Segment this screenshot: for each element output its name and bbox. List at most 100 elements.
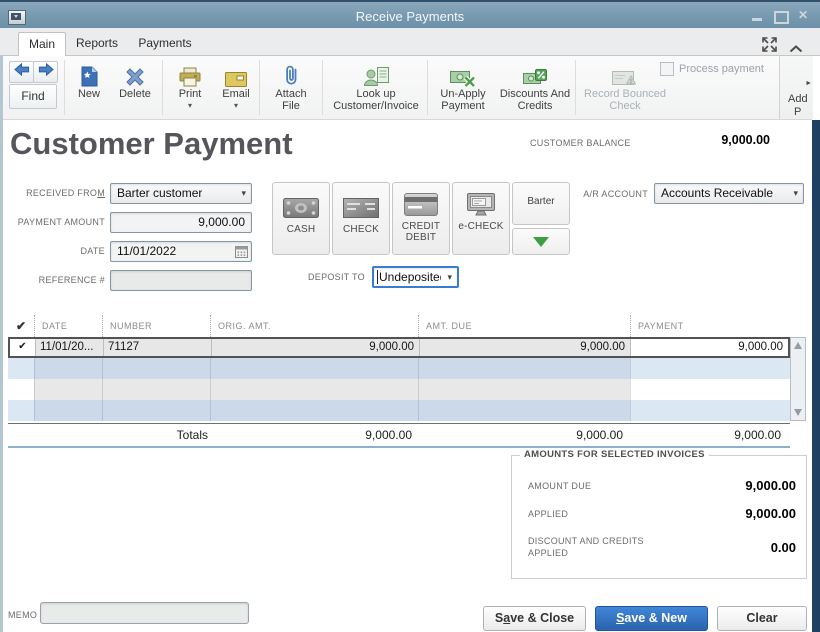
delete-icon [110,58,160,87]
close-button[interactable]: ✕ [794,8,812,24]
ar-account-combo[interactable]: Accounts Receivable ▾ [654,183,804,204]
overflow-arrow-icon[interactable]: ► [805,80,812,87]
forward-button[interactable] [33,61,58,83]
save-new-button[interactable]: Save & New [595,606,708,631]
deposit-to-label: DEPOSIT TO [307,272,365,282]
email-button[interactable]: Email ▾ [214,58,258,118]
calendar-icon[interactable] [235,245,248,264]
process-payment-label: Process payment [679,63,764,75]
forward-arrow-icon [38,62,54,81]
save-close-button[interactable]: Save & Close [483,606,586,631]
collapsed-side-panel[interactable] [812,120,820,632]
clear-button[interactable]: Clear [717,606,807,631]
print-dropdown-icon[interactable]: ▾ [168,101,212,110]
echeck-button[interactable]: e-CHECK [452,182,510,255]
amount-due-label: AMOUNT DUE [528,481,592,491]
amount-due-value: 9,000.00 [745,478,796,493]
table-scrollbar[interactable] [790,337,806,421]
table-row-empty [8,358,790,379]
discount-credits-label-line2: APPLIED [528,548,569,558]
row-amt-due: 9,000.00 [419,339,630,356]
tab-payments[interactable]: Payments [130,32,200,56]
totals-row: Totals 9,000.00 9,000.00 9,000.00 [8,423,790,448]
receive-payments-window: Receive Payments ✕ Main Reports Payments… [0,0,820,632]
discount-credits-label-line1: DISCOUNT AND CREDITS [528,536,644,546]
row-orig-amt: 9,000.00 [211,339,419,356]
new-document-icon [70,58,108,87]
column-header-orig-amt: ORIG. AMT. [210,315,418,337]
payment-amount-label: PAYMENT AMOUNT [17,217,105,227]
minimize-button[interactable] [748,8,766,24]
scroll-up-icon[interactable] [793,342,802,349]
totals-payment: 9,000.00 [628,424,786,446]
tab-main[interactable]: Main [18,32,66,58]
applied-label: APPLIED [528,509,569,519]
back-button[interactable] [9,61,34,83]
green-down-triangle-icon [533,237,549,247]
credit-debit-button[interactable]: CREDIT DEBIT [392,182,450,255]
row-number: 71127 [103,339,211,356]
window-title: Receive Payments [355,9,465,24]
tab-reports[interactable]: Reports [68,32,126,56]
print-button[interactable]: Print ▾ [168,58,212,118]
totals-label: Totals [176,428,208,442]
payment-amount-input[interactable]: 9,000.00 [110,212,252,233]
title-bar: Receive Payments ✕ [0,0,820,28]
discounts-credits-button[interactable]: Discounts And Credits [497,58,573,118]
reference-input[interactable] [110,270,252,291]
check-button[interactable]: CHECK [332,182,390,255]
chevron-down-icon: ▾ [793,188,798,198]
maximize-button[interactable] [771,8,789,24]
received-from-combo[interactable]: Barter customer ▾ [110,183,252,204]
unapply-payment-icon [431,58,495,87]
received-from-label: RECEIVED FROM [26,188,105,198]
find-button[interactable]: Find [9,84,57,109]
cash-button[interactable]: CASH [272,182,330,255]
text-cursor [377,270,378,284]
unapply-payment-button[interactable]: Un-Apply Payment [431,58,495,118]
chevron-down-icon: ▾ [447,272,452,282]
applied-value: 9,000.00 [745,506,796,521]
more-payment-methods-button[interactable] [512,228,570,255]
print-icon [168,58,212,87]
email-icon [214,58,258,87]
back-arrow-icon [13,62,30,81]
new-button[interactable]: New [70,58,108,118]
row-date: 11/01/20... [35,339,103,356]
reference-label: REFERENCE # [38,275,105,285]
record-bounced-check-button[interactable]: Record Bounced Check [579,58,671,118]
column-header-number: NUMBER [102,315,210,337]
lookup-customer-invoice-button[interactable]: Look up Customer/Invoice [327,58,425,118]
row-checkmark-icon[interactable]: ✔ [10,339,35,356]
memo-input[interactable] [40,602,249,624]
scroll-down-icon[interactable] [793,409,802,416]
lookup-customer-icon [327,58,425,87]
invoice-row-selected[interactable]: ✔ 11/01/20... 71127 9,000.00 9,000.00 9,… [8,337,790,358]
date-input[interactable]: 11/01/2022 [110,241,252,262]
deposit-to-combo[interactable]: Undeposited Fu ▾ [372,266,459,288]
attach-file-button[interactable]: Attach File [268,58,314,118]
discount-credits-value: 0.00 [770,540,796,555]
chevron-down-icon: ▾ [241,188,246,198]
table-row-empty [8,379,790,400]
process-payment-checkbox[interactable] [660,62,674,76]
expand-window-icon[interactable] [762,37,777,57]
customer-balance-label: CUSTOMER BALANCE [530,138,631,148]
column-header-amt-due: AMT. DUE [418,315,630,337]
date-label: DATE [80,246,105,256]
ribbon-overflow-panel[interactable]: ► Add P [779,56,813,119]
customer-balance-value: 9,000.00 [721,133,770,147]
column-header-payment: PAYMENT [630,315,790,337]
cash-icon [273,194,329,221]
delete-button[interactable]: Delete [110,58,160,118]
row-payment-input[interactable]: 9,000.00 [630,339,788,356]
page-title: Customer Payment [10,126,293,161]
table-row-empty [8,400,790,421]
paperclip-icon [268,58,314,87]
left-window-edge [0,56,3,632]
totals-amt-due: 9,000.00 [576,428,623,442]
check-icon [333,194,389,221]
email-dropdown-icon[interactable]: ▾ [214,101,258,110]
column-header-check: ✔ [15,319,27,333]
echeck-monitor-icon [453,191,509,218]
